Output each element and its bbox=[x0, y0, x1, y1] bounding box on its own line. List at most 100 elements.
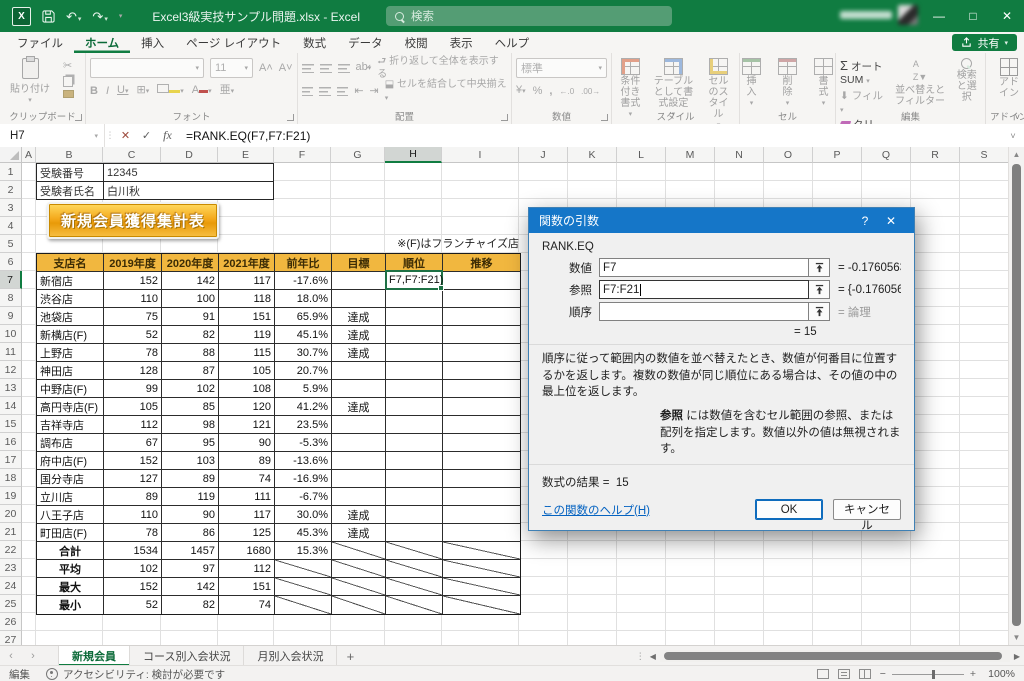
table-cell[interactable]: 78 bbox=[104, 524, 162, 542]
table-cell[interactable]: 30.0% bbox=[275, 506, 332, 524]
table-cell[interactable] bbox=[386, 290, 443, 308]
table-cell[interactable]: 達成 bbox=[332, 326, 386, 344]
percent-format-icon[interactable]: % bbox=[533, 85, 543, 98]
scrollbar-splitter[interactable]: ⋮ bbox=[636, 651, 646, 662]
table-cell[interactable] bbox=[386, 596, 443, 614]
row-header-6[interactable]: 6 bbox=[0, 253, 22, 271]
decrease-decimal-icon[interactable]: .00→ bbox=[581, 85, 600, 98]
table-cell[interactable]: 新横店(F) bbox=[37, 326, 104, 344]
range-picker-icon[interactable] bbox=[809, 280, 830, 299]
next-sheet-icon[interactable]: › bbox=[22, 646, 44, 666]
table-cell[interactable] bbox=[386, 344, 443, 362]
table-cell[interactable]: 119 bbox=[219, 326, 275, 344]
table-cell[interactable] bbox=[443, 398, 520, 416]
table-header-cell[interactable]: 2019年度 bbox=[104, 254, 162, 272]
table-cell[interactable] bbox=[332, 452, 386, 470]
decrease-font-icon[interactable]: A˅ bbox=[279, 62, 293, 75]
table-cell[interactable] bbox=[386, 362, 443, 380]
table-cell[interactable]: 達成 bbox=[332, 344, 386, 362]
column-header-P[interactable]: P bbox=[813, 147, 862, 163]
table-cell[interactable] bbox=[332, 542, 386, 560]
column-header-L[interactable]: L bbox=[617, 147, 666, 163]
row-header-26[interactable]: 26 bbox=[0, 613, 22, 631]
table-cell[interactable]: 112 bbox=[219, 560, 275, 578]
table-cell[interactable]: 142 bbox=[162, 578, 219, 596]
autosum-button[interactable]: Σ オート SUM ▾ bbox=[840, 59, 884, 88]
table-cell[interactable] bbox=[443, 362, 520, 380]
zoom-out-icon[interactable]: − bbox=[880, 668, 886, 680]
table-cell[interactable]: -17.6% bbox=[275, 272, 332, 290]
column-header-C[interactable]: C bbox=[103, 147, 161, 163]
table-cell[interactable]: 74 bbox=[219, 470, 275, 488]
table-cell[interactable]: 67 bbox=[104, 434, 162, 452]
ok-button[interactable]: OK bbox=[755, 499, 823, 520]
font-dialog-launcher[interactable] bbox=[287, 114, 294, 121]
decrease-indent-icon[interactable]: ⇤ bbox=[354, 85, 363, 98]
align-middle-icon[interactable] bbox=[320, 64, 332, 73]
cancel-entry-icon[interactable]: ✕ bbox=[115, 124, 136, 147]
tab-ページ レイアウト[interactable]: ページ レイアウト bbox=[175, 32, 292, 53]
row-header-18[interactable]: 18 bbox=[0, 469, 22, 487]
table-cell[interactable]: 達成 bbox=[332, 506, 386, 524]
table-cell[interactable] bbox=[386, 308, 443, 326]
table-cell[interactable]: 100 bbox=[162, 290, 219, 308]
table-cell[interactable] bbox=[332, 578, 386, 596]
formula-bar-expand-icon[interactable]: ˅ bbox=[1002, 124, 1024, 147]
table-cell[interactable]: 105 bbox=[219, 362, 275, 380]
search-box[interactable]: 検索 bbox=[386, 6, 672, 26]
table-cell[interactable]: 吉祥寺店 bbox=[37, 416, 104, 434]
table-cell[interactable] bbox=[386, 560, 443, 578]
row-header-14[interactable]: 14 bbox=[0, 397, 22, 415]
comma-format-icon[interactable]: , bbox=[549, 85, 552, 98]
table-header-cell[interactable]: 支店名 bbox=[37, 254, 104, 272]
table-cell[interactable]: 111 bbox=[219, 488, 275, 506]
dialog-help-icon[interactable]: ? bbox=[852, 214, 878, 228]
row-header-27[interactable]: 27 bbox=[0, 631, 22, 645]
column-header-E[interactable]: E bbox=[218, 147, 274, 163]
table-header-cell[interactable]: 前年比 bbox=[275, 254, 332, 272]
maximize-button[interactable]: □ bbox=[956, 0, 990, 32]
column-header-R[interactable]: R bbox=[911, 147, 960, 163]
number-dialog-launcher[interactable] bbox=[601, 114, 608, 121]
function-help-link[interactable]: この関数のヘルプ(H) bbox=[542, 502, 650, 518]
table-cell[interactable]: 105 bbox=[104, 398, 162, 416]
table-cell[interactable]: 85 bbox=[162, 398, 219, 416]
table-cell[interactable]: 108 bbox=[219, 380, 275, 398]
table-cell[interactable]: 119 bbox=[162, 488, 219, 506]
table-cell[interactable] bbox=[332, 416, 386, 434]
insert-cells-button[interactable]: 挿入▾ bbox=[736, 57, 767, 108]
table-cell[interactable]: 新宿店 bbox=[37, 272, 104, 290]
column-header-H[interactable]: H bbox=[385, 147, 442, 163]
table-cell[interactable]: 18.0% bbox=[275, 290, 332, 308]
scroll-left-icon[interactable]: ◀ bbox=[650, 652, 656, 661]
table-cell[interactable]: 127 bbox=[104, 470, 162, 488]
confirm-entry-icon[interactable]: ✓ bbox=[136, 124, 157, 147]
column-header-B[interactable]: B bbox=[36, 147, 103, 163]
row-header-21[interactable]: 21 bbox=[0, 523, 22, 541]
table-cell[interactable]: 最小 bbox=[37, 596, 104, 614]
table-cell[interactable]: 103 bbox=[162, 452, 219, 470]
accessibility-status[interactable]: アクセシビリティ: 検討が必要です bbox=[46, 667, 225, 681]
table-cell[interactable] bbox=[386, 416, 443, 434]
table-cell[interactable]: 15.3% bbox=[275, 542, 332, 560]
row-header-16[interactable]: 16 bbox=[0, 433, 22, 451]
row-header-25[interactable]: 25 bbox=[0, 595, 22, 613]
table-cell[interactable]: 1457 bbox=[162, 542, 219, 560]
number-format-select[interactable]: 標準▾ bbox=[516, 58, 607, 78]
table-cell[interactable]: 達成 bbox=[332, 308, 386, 326]
tab-挿入[interactable]: 挿入 bbox=[130, 32, 175, 53]
table-cell[interactable] bbox=[443, 380, 520, 398]
table-cell[interactable] bbox=[332, 488, 386, 506]
table-cell[interactable]: 45.1% bbox=[275, 326, 332, 344]
table-cell[interactable] bbox=[386, 380, 443, 398]
range-picker-icon[interactable] bbox=[809, 258, 830, 277]
close-button[interactable]: ✕ bbox=[990, 0, 1024, 32]
table-cell[interactable] bbox=[332, 290, 386, 308]
tab-表示[interactable]: 表示 bbox=[439, 32, 484, 53]
info-value[interactable]: 白川秋 bbox=[104, 182, 273, 200]
save-icon[interactable] bbox=[42, 10, 55, 23]
row-header-17[interactable]: 17 bbox=[0, 451, 22, 469]
addins-button[interactable]: アドイン bbox=[990, 57, 1024, 100]
table-cell[interactable] bbox=[386, 578, 443, 596]
paste-button[interactable]: 貼り付け▾ bbox=[4, 57, 56, 105]
